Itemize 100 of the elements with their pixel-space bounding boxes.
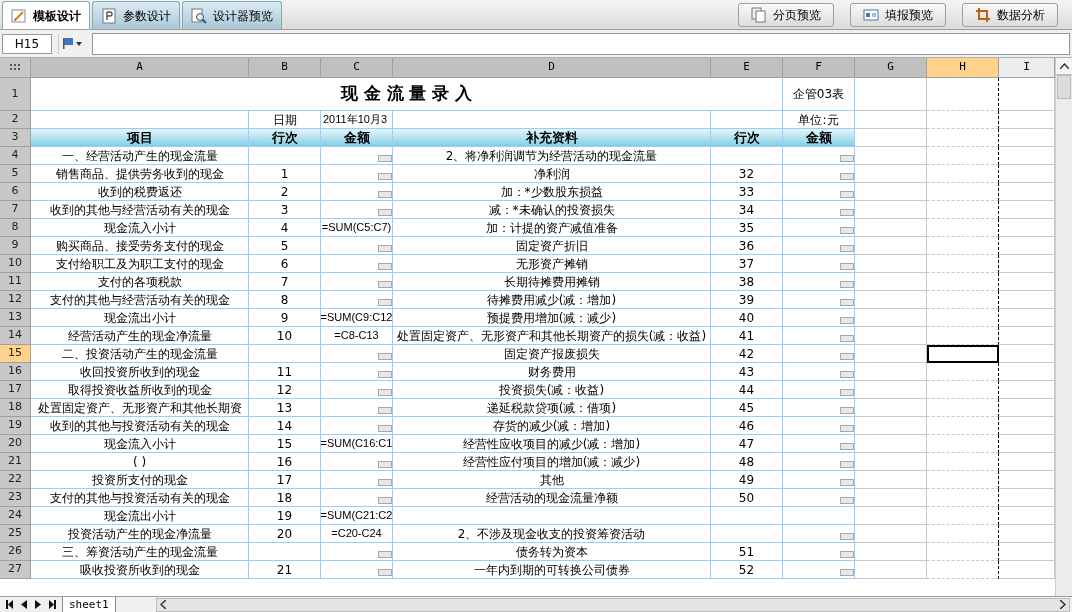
cell-button[interactable]	[840, 533, 854, 540]
scroll-left-icon[interactable]	[159, 600, 166, 609]
cell-button[interactable]	[840, 245, 854, 252]
row-header[interactable]: 23	[0, 489, 31, 507]
cell-button[interactable]	[840, 281, 854, 288]
cell-button[interactable]	[840, 425, 854, 432]
cell-button[interactable]	[840, 407, 854, 414]
cell-button[interactable]	[378, 479, 392, 486]
next-sheet-icon[interactable]	[35, 600, 41, 609]
cell-button[interactable]	[840, 371, 854, 378]
column-header[interactable]: G	[855, 58, 927, 78]
cell-button[interactable]	[378, 389, 392, 396]
cell-button[interactable]	[840, 569, 854, 576]
row-header[interactable]: 15	[0, 345, 31, 363]
row-header[interactable]: 5	[0, 165, 31, 183]
tab[interactable]: 模板设计	[2, 1, 90, 29]
cell-button[interactable]	[378, 461, 392, 468]
row-header[interactable]: 9	[0, 237, 31, 255]
cell-button[interactable]	[378, 263, 392, 270]
cell-button[interactable]	[840, 497, 854, 504]
cell-button[interactable]	[840, 551, 854, 558]
cell-button[interactable]	[840, 227, 854, 234]
previous-sheet-icon[interactable]	[21, 600, 27, 609]
cell-button[interactable]	[840, 263, 854, 270]
column-header[interactable]: B	[249, 58, 321, 78]
last-sheet-icon[interactable]	[49, 600, 56, 609]
select-all-corner[interactable]	[0, 58, 31, 78]
column-header[interactable]: A	[31, 58, 249, 78]
column-header[interactable]: C	[321, 58, 393, 78]
row-header[interactable]: 26	[0, 543, 31, 561]
column-header[interactable]: H	[927, 58, 999, 78]
cell-button[interactable]	[378, 299, 392, 306]
row-header[interactable]: 18	[0, 399, 31, 417]
cell-button[interactable]	[840, 155, 854, 162]
row-header[interactable]: 4	[0, 147, 31, 165]
row-header[interactable]: 21	[0, 453, 31, 471]
vertical-scrollbar[interactable]	[1055, 58, 1072, 596]
row-header[interactable]: 19	[0, 417, 31, 435]
row-header[interactable]: 24	[0, 507, 31, 525]
row-header[interactable]: 1	[0, 78, 31, 111]
tab[interactable]: 参数设计	[92, 1, 180, 29]
cell-button[interactable]	[378, 155, 392, 162]
row-header[interactable]: 14	[0, 327, 31, 345]
cell-button[interactable]	[378, 371, 392, 378]
toolbar-button[interactable]: 填报预览	[850, 2, 946, 27]
row-header[interactable]: 7	[0, 201, 31, 219]
cell-button[interactable]	[378, 281, 392, 288]
cell-button[interactable]	[840, 461, 854, 468]
cell-button[interactable]	[378, 425, 392, 432]
cell-button[interactable]	[378, 551, 392, 558]
row-header[interactable]: 20	[0, 435, 31, 453]
row-header[interactable]: 22	[0, 471, 31, 489]
row-header[interactable]: 17	[0, 381, 31, 399]
name-box[interactable]: H15	[2, 33, 52, 54]
table-cell: 11	[249, 363, 321, 381]
cell-button[interactable]	[840, 317, 854, 324]
cell-button[interactable]	[378, 407, 392, 414]
cell-button[interactable]	[378, 245, 392, 252]
cell-button[interactable]	[840, 479, 854, 486]
scroll-up-icon[interactable]	[1059, 63, 1069, 69]
row-header[interactable]: 8	[0, 219, 31, 237]
row-header[interactable]: 3	[0, 129, 31, 147]
cell-button[interactable]	[840, 299, 854, 306]
column-header[interactable]: D	[393, 58, 711, 78]
cell-button[interactable]	[378, 353, 392, 360]
cell-button[interactable]	[840, 335, 854, 342]
row-header[interactable]: 6	[0, 183, 31, 201]
tab[interactable]: 设计器预览	[182, 1, 282, 29]
formula-input[interactable]	[92, 32, 1070, 55]
row-header[interactable]: 13	[0, 309, 31, 327]
row-header[interactable]: 11	[0, 273, 31, 291]
row-header[interactable]: 16	[0, 363, 31, 381]
toolbar-button[interactable]: 分页预览	[738, 2, 834, 27]
table-cell: 39	[711, 291, 783, 309]
cell-button[interactable]	[840, 389, 854, 396]
scroll-thumb[interactable]	[1057, 75, 1071, 99]
first-sheet-icon[interactable]	[6, 600, 13, 609]
horizontal-scrollbar[interactable]	[155, 597, 1070, 612]
row-header[interactable]: 25	[0, 525, 31, 543]
row-header[interactable]: 27	[0, 561, 31, 579]
sheet-tab[interactable]: sheet1	[62, 596, 116, 612]
column-header[interactable]: F	[783, 58, 855, 78]
toolbar-button[interactable]: 数据分析	[962, 2, 1058, 27]
row-header[interactable]: 2	[0, 111, 31, 129]
cell-button[interactable]	[840, 443, 854, 450]
cell-button[interactable]	[840, 173, 854, 180]
column-header[interactable]: I	[999, 58, 1055, 78]
column-header[interactable]: E	[711, 58, 783, 78]
cell-button[interactable]	[840, 191, 854, 198]
cell-button[interactable]	[378, 497, 392, 504]
row-header[interactable]: 10	[0, 255, 31, 273]
cell-button[interactable]	[378, 173, 392, 180]
cell-button[interactable]	[378, 569, 392, 576]
selected-cell[interactable]	[927, 345, 999, 363]
scroll-right-icon[interactable]	[1060, 600, 1066, 609]
cell-button[interactable]	[378, 209, 392, 216]
row-header[interactable]: 12	[0, 291, 31, 309]
cell-button[interactable]	[840, 209, 854, 216]
cell-button[interactable]	[840, 353, 854, 360]
cell-button[interactable]	[378, 191, 392, 198]
